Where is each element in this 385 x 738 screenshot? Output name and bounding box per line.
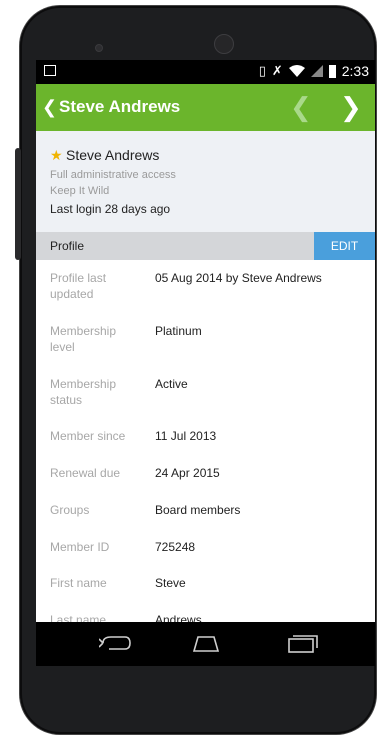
- detail-value: Active: [155, 377, 188, 391]
- detail-label: Membership status: [50, 377, 117, 407]
- mute-icon: ✗: [271, 63, 283, 78]
- notification-image-icon: [44, 65, 56, 76]
- detail-value: 24 Apr 2015: [155, 466, 220, 480]
- detail-label: Member since: [50, 429, 126, 443]
- last-login: Last login 28 days ago: [50, 202, 171, 216]
- detail-value: Steve: [155, 576, 186, 590]
- user-name: Steve Andrews: [66, 147, 160, 163]
- next-record-icon[interactable]: ❯: [340, 92, 362, 123]
- detail-label: Last name: [50, 613, 107, 622]
- battery-icon: [328, 64, 336, 78]
- access-level: Full administrative access: [50, 169, 176, 181]
- signal-icon: [310, 65, 323, 77]
- detail-label: Member ID: [50, 540, 110, 554]
- profile-section-header: Profile EDIT: [36, 232, 375, 260]
- detail-label: Membership level: [50, 324, 117, 354]
- status-time: 2:33: [341, 63, 369, 79]
- app-bar-title: Steve Andrews: [59, 97, 181, 116]
- detail-value: Andrews: [155, 613, 202, 622]
- detail-value: Board members: [155, 503, 241, 517]
- detail-value: 11 Jul 2013: [155, 429, 217, 443]
- detail-value: 05 Aug 2014 by Steve Andrews: [155, 271, 322, 285]
- detail-label: Groups: [50, 503, 90, 517]
- section-title: Profile: [50, 239, 85, 253]
- status-icons: ▯ ✗ 2:33: [259, 63, 369, 79]
- side-button: [15, 148, 21, 260]
- detail-label: Profile last updated: [50, 271, 107, 301]
- app-bar: ❮ Steve Andrews ❮ ❯: [36, 84, 375, 131]
- edit-button[interactable]: EDIT: [314, 232, 375, 260]
- status-bar: ▯ ✗ 2:33: [36, 60, 375, 84]
- wifi-icon: [288, 65, 305, 77]
- back-nav-icon[interactable]: [99, 633, 133, 653]
- organization-name: Keep It Wild: [50, 185, 110, 197]
- vibrate-icon: ▯: [258, 63, 266, 78]
- recent-apps-icon[interactable]: [283, 633, 319, 655]
- detail-label: Renewal due: [50, 466, 121, 480]
- detail-value: Platinum: [155, 324, 202, 338]
- user-summary-card: ★ Steve Andrews Full administrative acce…: [36, 131, 375, 232]
- home-nav-icon[interactable]: [186, 633, 226, 653]
- speaker-grille: [95, 44, 103, 52]
- system-nav-bar: [36, 622, 375, 666]
- front-camera: [214, 34, 234, 54]
- previous-record-icon[interactable]: ❮: [290, 92, 312, 123]
- detail-value: 725248: [155, 540, 196, 554]
- screen: ▯ ✗ 2:33 ❮ Steve Andrews ❮ ❯ ★ Steve And…: [36, 60, 375, 622]
- detail-label: First name: [50, 576, 107, 590]
- back-chevron-icon[interactable]: ❮: [42, 97, 57, 118]
- star-icon: ★: [50, 147, 63, 163]
